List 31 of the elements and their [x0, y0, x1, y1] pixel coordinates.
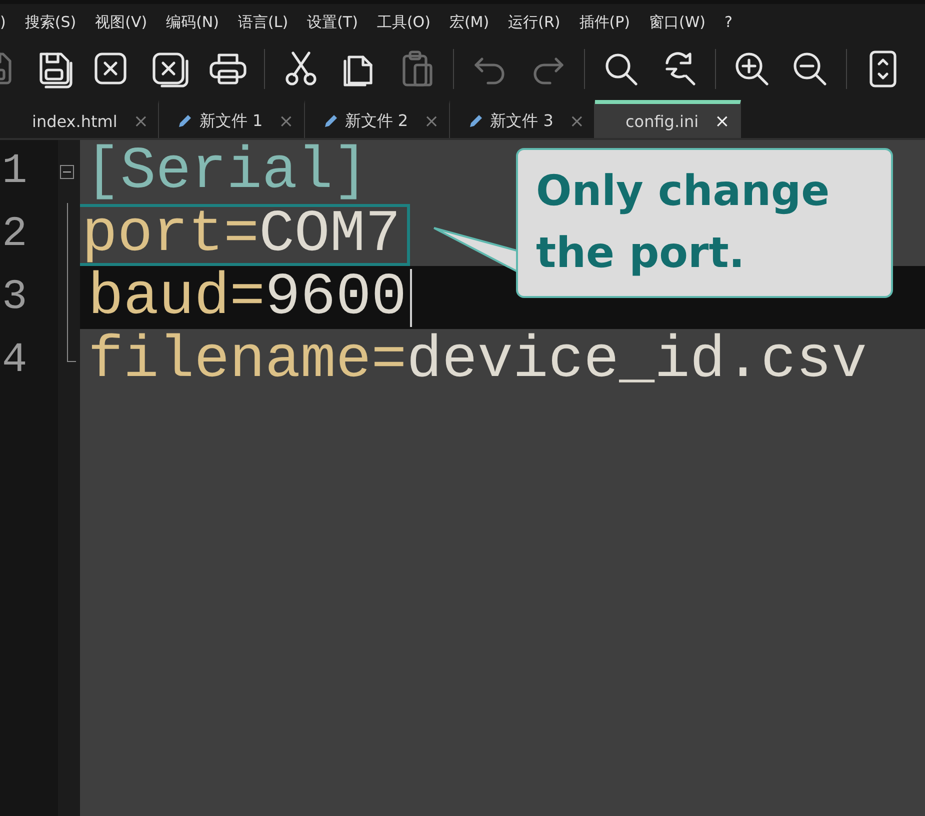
- line-number: 1: [0, 140, 58, 203]
- close-icon[interactable]: ×: [714, 110, 730, 132]
- tab[interactable]: config.ini ×: [595, 100, 741, 138]
- tab-label: 新文件 1: [199, 110, 263, 132]
- tab-label: 新文件 3: [490, 110, 554, 132]
- menu-item[interactable]: ): [0, 13, 6, 31]
- menu-item[interactable]: 视图(V): [95, 12, 148, 32]
- menu-item[interactable]: 窗口(W): [649, 12, 706, 32]
- menu-item[interactable]: 语言(L): [238, 12, 288, 32]
- line-number: 4: [0, 329, 58, 392]
- menu-item[interactable]: 宏(M): [449, 12, 490, 32]
- close-icon[interactable]: ×: [569, 110, 584, 132]
- line-number: 2: [0, 203, 58, 266]
- fold-end-line: [67, 329, 76, 362]
- menu-item[interactable]: 工具(O): [376, 12, 430, 32]
- close-icon[interactable]: ×: [133, 110, 148, 132]
- close-icon[interactable]: ×: [424, 110, 440, 132]
- tab-label: index.html: [32, 112, 118, 130]
- menu-item[interactable]: 插件(P): [579, 12, 630, 32]
- tab-label: 新文件 2: [344, 110, 408, 132]
- callout: Only change the port.: [516, 148, 893, 298]
- collapse-icon[interactable]: [60, 165, 74, 179]
- close-icon[interactable]: ×: [278, 110, 294, 132]
- code-value: device_id.csv: [406, 327, 867, 394]
- tab-label: config.ini: [625, 112, 699, 130]
- line-number: 3: [0, 266, 58, 329]
- menu-item[interactable]: 设置(T): [307, 12, 358, 32]
- menu-item[interactable]: 编码(N): [166, 12, 219, 32]
- menu-item[interactable]: 搜索(S): [24, 12, 76, 32]
- menu-item[interactable]: 运行(R): [508, 12, 560, 32]
- menu-item[interactable]: ?: [724, 13, 733, 31]
